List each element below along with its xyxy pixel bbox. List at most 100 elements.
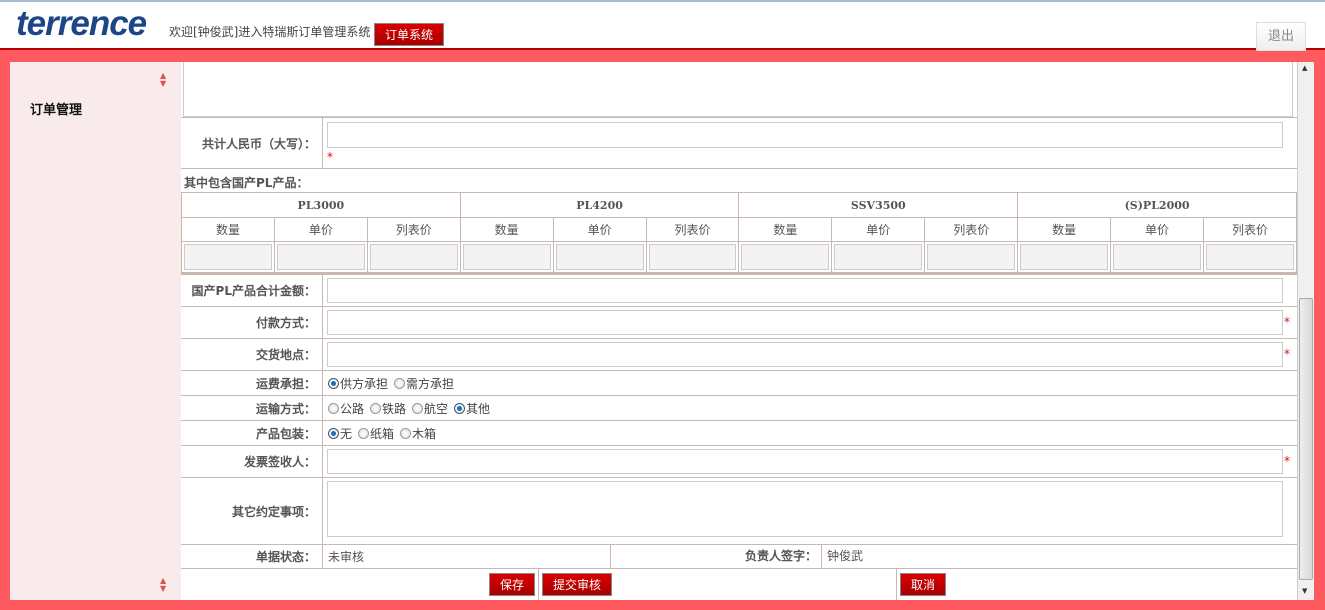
radio-icon[interactable] [394, 377, 406, 389]
packaging-option-none[interactable]: 无 [328, 425, 352, 442]
transport-option-rail[interactable]: 铁路 [370, 400, 406, 417]
status-value: 未审核 [324, 545, 611, 568]
product-value-input[interactable] [555, 244, 644, 270]
scroll-up-icon[interactable]: ▲ [1302, 64, 1307, 72]
radio-checked-icon[interactable] [454, 402, 466, 414]
signer-value: 钟俊武 [827, 549, 864, 563]
product-value-input[interactable] [834, 244, 923, 270]
radio-checked-icon[interactable] [328, 427, 339, 439]
product-cell [1017, 241, 1112, 273]
product-header: PL3000 [181, 192, 461, 218]
vertical-scrollbar[interactable]: ▲ ▼ [1297, 62, 1314, 600]
option-label: 纸箱 [370, 426, 395, 441]
product-cell [924, 241, 1019, 273]
option-label: 公路 [340, 401, 365, 416]
total-rmb-label: 共计人民币（大写）： [181, 118, 323, 168]
product-value-input[interactable] [184, 244, 272, 270]
column-header: 数量 [738, 217, 833, 242]
product-value-input[interactable] [462, 244, 551, 270]
product-cell [273, 241, 368, 273]
radio-icon[interactable] [400, 427, 412, 439]
packaging-option-carton[interactable]: 纸箱 [358, 425, 394, 442]
radio-icon[interactable] [370, 402, 382, 414]
freight-option-supplier[interactable]: 供方承担 [328, 375, 388, 392]
sidebar: ▲ ▼ 订单管理 ▲ ▼ [10, 62, 181, 600]
column-header: 数量 [1017, 217, 1112, 242]
product-header: PL4200 [459, 192, 740, 218]
collapse-arrows-icon[interactable]: ▲ ▼ [160, 577, 166, 593]
product-cell [1202, 241, 1297, 273]
save-button[interactable]: 保存 [489, 573, 535, 596]
option-label: 铁路 [382, 401, 407, 416]
packaging-option-wood[interactable]: 木箱 [400, 425, 436, 442]
transport-option-other[interactable]: 其他 [454, 400, 490, 417]
freight-option-buyer[interactable]: 需方承担 [394, 375, 454, 392]
cancel-button[interactable]: 取消 [900, 573, 946, 596]
column-header: 列表价 [645, 217, 740, 242]
option-label: 供方承担 [340, 376, 389, 391]
submit-review-button[interactable]: 提交审核 [542, 573, 612, 596]
product-value-input[interactable] [741, 244, 830, 270]
previous-textarea[interactable] [183, 62, 1293, 117]
scroll-down-icon[interactable]: ▼ [1302, 587, 1307, 595]
product-value-input[interactable] [369, 244, 458, 270]
product-value-input[interactable] [1113, 244, 1201, 270]
column-header: 列表价 [924, 217, 1019, 242]
radio-icon[interactable] [412, 402, 424, 414]
domestic-total-input[interactable] [327, 278, 1283, 303]
delivery-input[interactable] [327, 342, 1283, 367]
other-terms-textarea[interactable] [327, 481, 1283, 537]
required-mark: * [327, 150, 333, 164]
logo: terrence [16, 4, 147, 43]
column-header: 数量 [181, 217, 275, 242]
radio-icon[interactable] [328, 402, 339, 414]
option-label: 航空 [424, 401, 449, 416]
required-mark: * [1284, 454, 1290, 468]
product-value-input[interactable] [1020, 244, 1109, 270]
order-system-button[interactable]: 订单系统 [374, 23, 444, 46]
column-header: 单价 [273, 217, 368, 242]
sidebar-item-order-management[interactable]: 订单管理 [30, 99, 82, 118]
transport-label: 运输方式： [181, 396, 323, 420]
payment-label: 付款方式： [181, 307, 323, 338]
product-cell [738, 241, 833, 273]
signer-label: 负责人签字： [611, 545, 822, 568]
transport-option-road[interactable]: 公路 [328, 400, 364, 417]
product-header: SSV3500 [738, 192, 1019, 218]
column-header: 单价 [552, 217, 647, 242]
status-label: 单据状态： [181, 545, 323, 568]
order-form: 共计人民币（大写）： * 其中包含国产PL产品： PL3000 PL4200 S… [181, 62, 1297, 600]
product-cell [552, 241, 647, 273]
product-cell [831, 241, 926, 273]
product-value-input[interactable] [276, 244, 365, 270]
option-label: 其他 [466, 401, 491, 416]
radio-icon[interactable] [358, 427, 370, 439]
product-value-input[interactable] [648, 244, 737, 270]
option-label: 需方承担 [406, 376, 455, 391]
product-header: (S)PL2000 [1017, 192, 1297, 218]
scrollbar-thumb[interactable] [1299, 298, 1313, 580]
other-terms-label: 其它约定事项： [181, 478, 323, 544]
product-value-input[interactable] [1205, 244, 1294, 270]
column-header: 数量 [459, 217, 554, 242]
option-label: 无 [340, 426, 353, 441]
total-rmb-input[interactable] [327, 122, 1283, 148]
product-cell [459, 241, 554, 273]
payment-input[interactable] [327, 310, 1283, 335]
product-table: PL3000 PL4200 SSV3500 (S)PL2000 数量 单价 列表价数… [181, 192, 1297, 273]
product-value-input[interactable] [927, 244, 1016, 270]
invoice-recipient-input[interactable] [327, 449, 1283, 474]
transport-option-air[interactable]: 航空 [412, 400, 448, 417]
required-mark: * [1284, 347, 1290, 361]
column-header: 列表价 [366, 217, 461, 242]
invoice-label: 发票签收人： [181, 446, 323, 477]
radio-checked-icon[interactable] [328, 377, 339, 389]
column-header: 单价 [1110, 217, 1204, 242]
product-cell [645, 241, 740, 273]
header: terrence 欢迎[钟俊武]进入特瑞斯订单管理系统 订单系统 退出 [0, 0, 1325, 51]
domestic-total-label: 国产PL产品合计金额： [181, 275, 323, 306]
column-header: 列表价 [1202, 217, 1297, 242]
collapse-arrows-icon[interactable]: ▲ ▼ [160, 72, 166, 88]
exit-button[interactable]: 退出 [1256, 22, 1306, 51]
option-label: 木箱 [412, 426, 437, 441]
